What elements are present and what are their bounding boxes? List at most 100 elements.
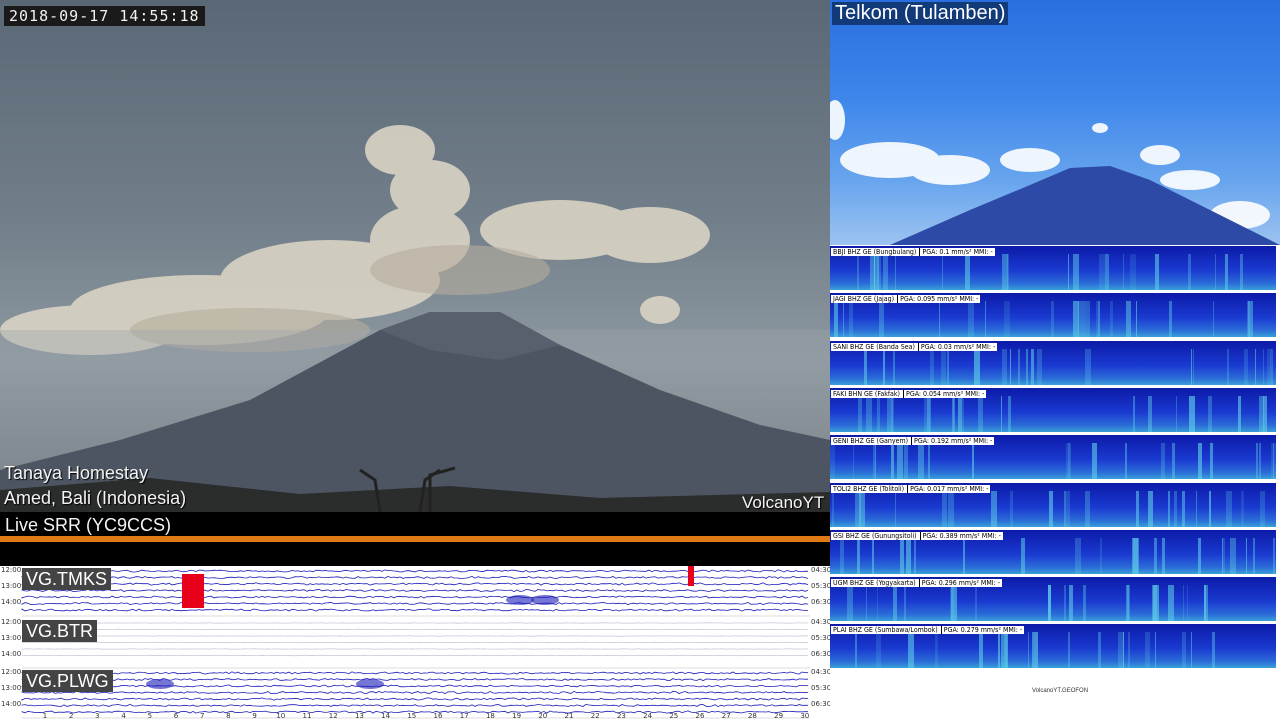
helicorder-trace — [21, 671, 809, 675]
pga-value: PGA: 0.095 mm/s² MMI: - — [897, 295, 979, 304]
spectrogram-row: TOLI2 BHZ GE (Tolitoli) PGA: 0.017 mm/s² … — [830, 482, 1276, 527]
seismic-event-marker — [688, 566, 694, 586]
x-tick-label: 5 — [148, 712, 152, 720]
spectrogram-label: TOLI2 BHZ GE (Tolitoli) PGA: 0.017 mm/s² … — [831, 484, 991, 493]
helicorder-trace — [21, 677, 808, 682]
x-tick-label: 7 — [200, 712, 204, 720]
spectrogram-label: UGM BHZ GE (Yogyakarta) PGA: 0.296 mm/s² … — [831, 579, 1003, 588]
pga-value: PGA: 0.03 mm/s² MMI: - — [917, 342, 996, 351]
station-name: JAGI BHZ GE (Jajag) — [833, 295, 895, 304]
pga-value: PGA: 0.296 mm/s² MMI: - — [918, 579, 1001, 588]
station-label-tmks: VG.TMKS — [22, 568, 112, 590]
helicorder-trace — [21, 608, 809, 612]
helicorder-trace — [21, 595, 809, 599]
station-label-btr: VG.BTR — [22, 620, 98, 642]
x-tick-label: 16 — [434, 712, 443, 720]
spectrogram-label: PLAI BHZ GE (Sumbawa/Lombok) PGA: 0.279 m… — [831, 626, 1025, 635]
station-name: FAKI BHN GE (Fakfak) — [833, 389, 901, 398]
station-name: GENI BHZ GE (Ganyem) — [833, 437, 909, 446]
seismic-burst — [506, 595, 534, 605]
helicorder-time-right: 04:30 — [811, 668, 830, 676]
x-tick-label: 1 — [43, 712, 47, 720]
x-tick-label: 30 — [800, 712, 809, 720]
x-tick-label: 11 — [303, 712, 312, 720]
spectrogram-row: GENI BHZ GE (Ganyem) PGA: 0.192 mm/s² MMI… — [830, 435, 1276, 480]
x-tick-label: 9 — [252, 712, 256, 720]
x-tick-label: 25 — [669, 712, 678, 720]
helicorder-time-left: 12:00 — [1, 618, 21, 626]
x-tick-label: 18 — [486, 712, 495, 720]
x-tick-label: 15 — [407, 712, 416, 720]
station-name: TOLI2 BHZ GE (Tolitoli) — [833, 484, 905, 493]
station-name: GSI BHZ GE (Gunungsitoli) — [833, 531, 917, 540]
x-tick-label: 6 — [174, 712, 179, 720]
x-tick-label: 29 — [774, 712, 783, 720]
x-tick-label: 3 — [95, 712, 99, 720]
x-tick-label: 2 — [69, 712, 73, 720]
seismic-burst — [356, 679, 384, 689]
x-tick-label: 17 — [460, 712, 469, 720]
spectrogram-row: GSI BHZ GE (Gunungsitoli) PGA: 0.389 mm/s… — [830, 529, 1276, 574]
channel-credit: VolcanoYT — [742, 493, 825, 512]
pga-value: PGA: 0.1 mm/s² MMI: - — [919, 248, 993, 256]
x-tick-label: 14 — [381, 712, 390, 720]
helicorder-time-left: 13:00 — [1, 582, 21, 590]
x-tick-label: 23 — [617, 712, 626, 720]
spectrogram-row: SANI BHZ GE (Banda Sea) PGA: 0.03 mm/s² M… — [830, 340, 1276, 385]
x-tick-label: 13 — [355, 712, 364, 720]
spectrogram-label: JAGI BHZ GE (Jajag) PGA: 0.095 mm/s² MMI:… — [831, 295, 981, 304]
tulamben-scene — [830, 100, 1280, 245]
station-name: UGM BHZ GE (Yogyakarta) — [833, 579, 916, 588]
helicorder-time-left: 14:00 — [1, 650, 21, 658]
main-camera-feed: 2018-09-17 14:55:18 Tanaya Homestay Amed… — [0, 0, 830, 512]
helicorder-time-right: 05:30 — [811, 634, 830, 642]
helicorder-trace — [21, 690, 809, 695]
helicorder-time-left: 14:00 — [1, 598, 21, 606]
spectrogram-label: BBJI BHZ GE (Bungbulang) PGA: 0.1 mm/s² M… — [831, 248, 995, 256]
seismic-burst — [531, 595, 559, 605]
station-name: SANI BHZ GE (Banda Sea) — [833, 342, 915, 351]
pga-value: PGA: 0.054 mm/s² MMI: - — [903, 389, 985, 398]
location-region: Amed, Bali (Indonesia) — [4, 488, 187, 508]
spectrogram-row: UGM BHZ GE (Yogyakarta) PGA: 0.296 mm/s² … — [830, 577, 1276, 622]
helicorder-time-left: 12:00 — [1, 566, 21, 574]
pga-value: PGA: 0.389 mm/s² MMI: - — [919, 531, 1001, 540]
secondary-camera-title: Telkom (Tulamben) — [832, 2, 1009, 25]
x-tick-label: 19 — [512, 712, 521, 720]
helicorder-time-left: 14:00 — [1, 700, 21, 708]
spectrogram-label: SANI BHZ GE (Banda Sea) PGA: 0.03 mm/s² M… — [831, 342, 998, 351]
spectrogram-row: BBJI BHZ GE (Bungbulang) PGA: 0.1 mm/s² M… — [830, 246, 1276, 290]
x-tick-label: 12 — [329, 712, 338, 720]
x-tick-label: 26 — [696, 712, 705, 720]
helicorder-trace — [21, 588, 809, 593]
seismic-burst — [146, 679, 174, 689]
x-tick-label: 20 — [538, 712, 547, 720]
live-stream-label: Live SRR (YC9CCS) — [5, 515, 172, 535]
pga-value: PGA: 0.279 mm/s² MMI: - — [940, 626, 1023, 635]
helicorder-time-right: 04:30 — [811, 618, 830, 626]
helicorder-time-left: 13:00 — [1, 684, 21, 692]
spectrogram-label: GENI BHZ GE (Ganyem) PGA: 0.192 mm/s² MMI… — [831, 437, 995, 446]
x-tick-label: 22 — [591, 712, 600, 720]
station-name: BBJI BHZ GE (Bungbulang) — [833, 248, 917, 256]
helicorder-time-left: 13:00 — [1, 634, 21, 642]
helicorder-trace — [21, 684, 809, 688]
helicorder-time-left: 12:00 — [1, 668, 21, 676]
watermark: VolcanoYT.GEOFON — [1032, 688, 1089, 694]
pga-value: PGA: 0.017 mm/s² MMI: - — [907, 484, 989, 493]
spectrogram-label: FAKI BHN GE (Fakfak) PGA: 0.054 mm/s² MMI… — [831, 389, 987, 398]
helicorder-time-right: 06:30 — [811, 700, 830, 708]
helicorder-trace — [21, 601, 809, 606]
helicorder-time-right: 04:30 — [811, 566, 830, 574]
x-tick-label: 4 — [121, 712, 126, 720]
station-name: PLAI BHZ GE (Sumbawa/Lombok) — [833, 626, 938, 635]
separator-band — [0, 542, 830, 566]
helicorder-time-right: 06:30 — [811, 598, 830, 606]
helicorder-trace — [21, 703, 808, 708]
timestamp: 2018-09-17 14:55:18 — [4, 6, 205, 26]
helicorder-panel: 12:00 13:00 14:00 04:30 05:30 06:30 12:00 13:00… — [0, 566, 830, 720]
helicorder-time-right: 05:30 — [811, 582, 830, 590]
helicorder-trace — [21, 697, 809, 701]
spectrogram-label: GSI BHZ GE (Gunungsitoli) PGA: 0.389 mm/s… — [831, 531, 1003, 540]
volcano-scene — [0, 125, 830, 512]
